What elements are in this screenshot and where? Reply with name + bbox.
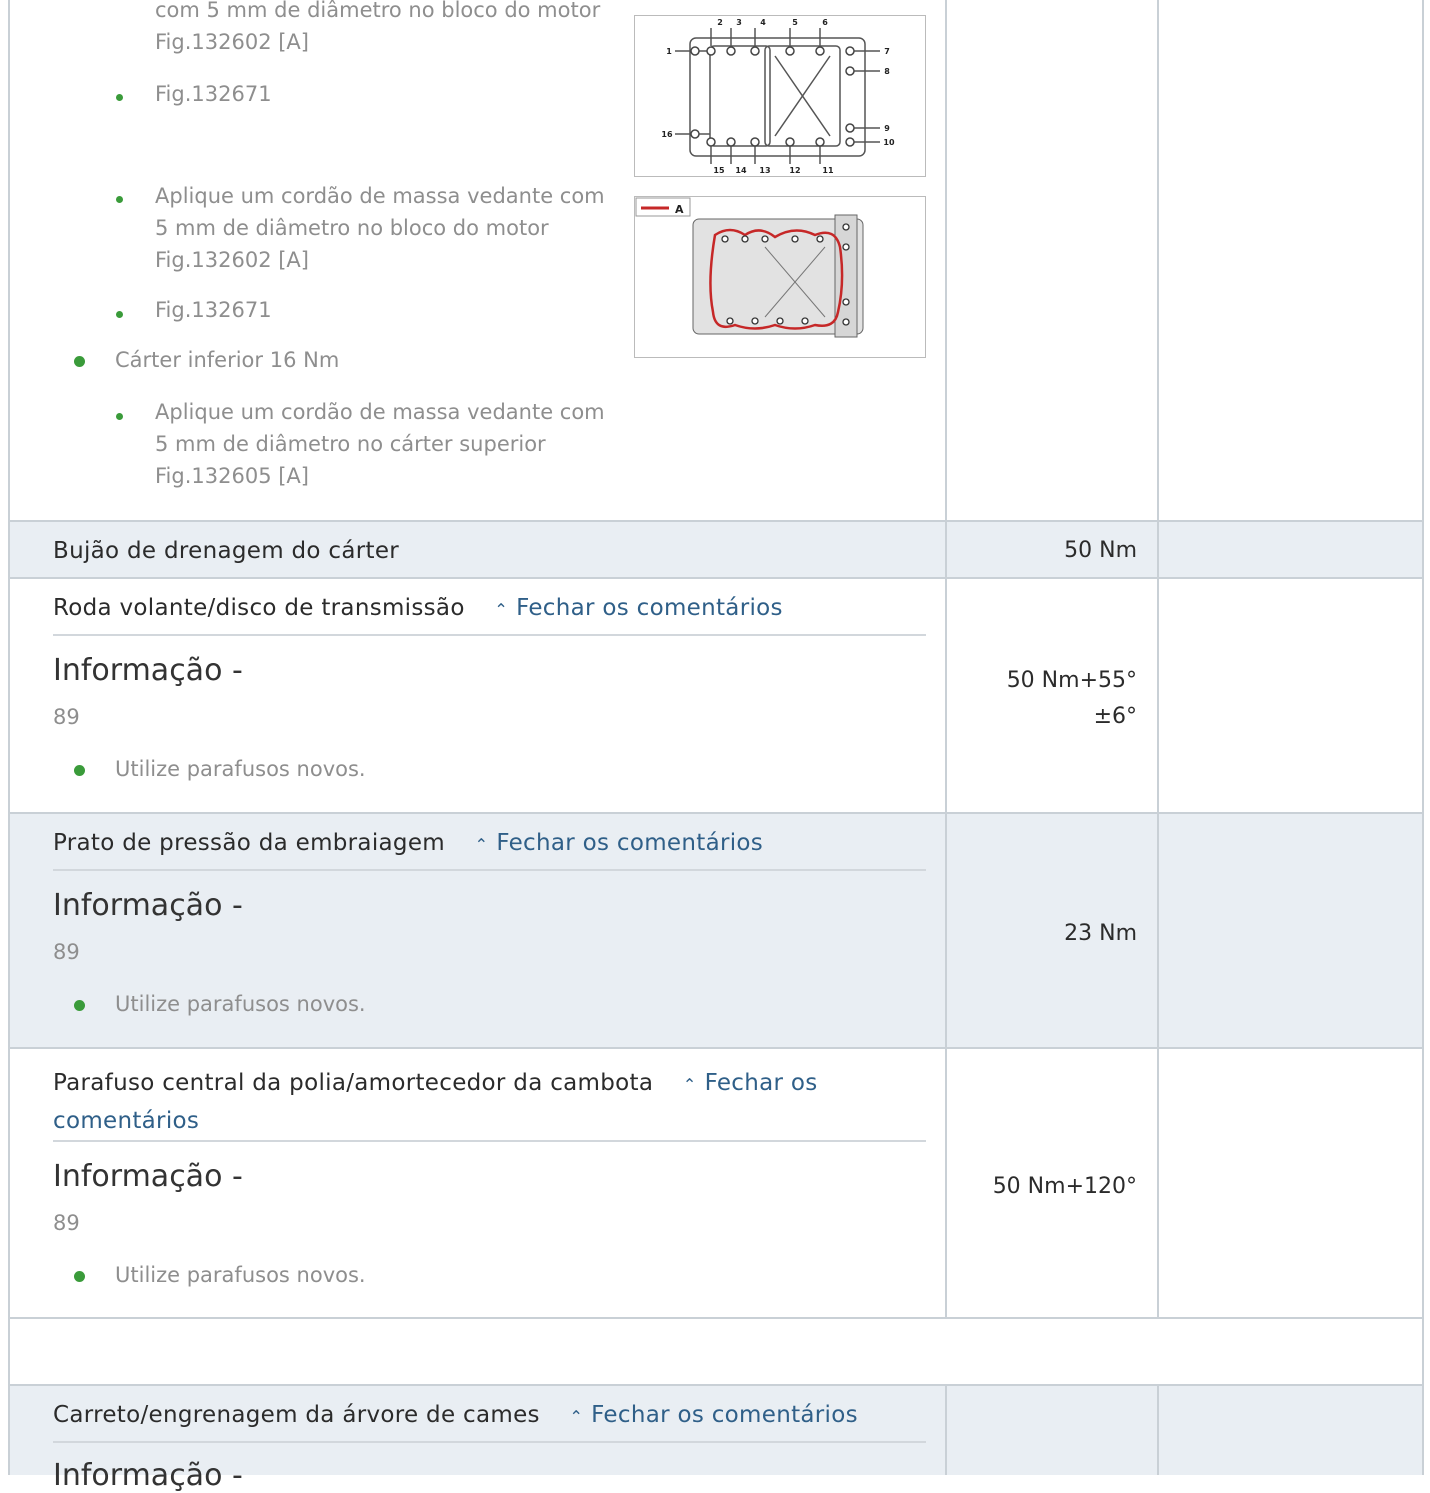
torque-table: com 5 mm de diâmetro no bloco do motor F…	[8, 0, 1424, 1493]
bullet-icon	[74, 1000, 85, 1011]
svg-text:6: 6	[822, 18, 828, 27]
notes-cell	[1157, 522, 1424, 577]
torque-value: 50 Nm	[1064, 538, 1137, 563]
info-heading: Informação -	[53, 888, 243, 923]
svg-text:9: 9	[884, 124, 890, 133]
description-cell: Roda volante/disco de transmissão ⌃ Fecha…	[8, 579, 945, 812]
notes-cell	[1157, 1049, 1424, 1317]
bullet-icon	[74, 1271, 85, 1282]
description-cell: Prato de pressão da embraiagem ⌃ Fechar o…	[8, 814, 945, 1047]
row-title: Prato de pressão da embraiagem ⌃ Fechar o…	[53, 830, 764, 856]
info-heading: Informação -	[53, 653, 243, 688]
torque-cell: 50 Nm+120°	[945, 1049, 1157, 1317]
description-cell: com 5 mm de diâmetro no bloco do motor F…	[8, 0, 945, 520]
chevron-up-icon: ⌃	[494, 600, 509, 619]
divider	[53, 869, 926, 871]
svg-text:13: 13	[759, 166, 770, 175]
torque-cell: 50 Nm+55° ±6°	[945, 579, 1157, 812]
chevron-up-icon: ⌃	[682, 1075, 697, 1094]
row-title: Carreto/engrenagem da árvore de cames ⌃ F…	[53, 1402, 858, 1428]
svg-text:14: 14	[735, 166, 747, 175]
svg-text:1: 1	[666, 47, 672, 56]
svg-text:5: 5	[792, 18, 798, 27]
figure-label: A	[675, 203, 684, 216]
list-item: Utilize parafusos novos.	[115, 1263, 366, 1287]
torque-value: 23 Nm	[1064, 921, 1137, 946]
table-row: Prato de pressão da embraiagem ⌃ Fechar o…	[8, 814, 1424, 1047]
divider	[53, 1140, 926, 1142]
torque-cell: 23 Nm	[945, 814, 1157, 1047]
list-item: com 5 mm de diâmetro no bloco do motor F…	[155, 0, 601, 54]
list-item: Fig.132671	[155, 298, 272, 322]
chevron-up-icon: ⌃	[569, 1407, 584, 1426]
description-cell: Parafuso central da polia/amortecedor da…	[8, 1049, 945, 1317]
svg-text:16: 16	[661, 130, 673, 139]
svg-text:11: 11	[822, 166, 834, 175]
divider	[53, 1441, 926, 1443]
svg-text:2: 2	[717, 18, 723, 27]
torque-cell	[945, 1386, 1157, 1475]
list-item: Aplique um cordão de massa vedante com 5…	[155, 184, 605, 272]
list-item: Utilize parafusos novos.	[115, 757, 366, 781]
info-number: 89	[53, 940, 80, 964]
spacer-row	[8, 1319, 1424, 1384]
figure-bolt-sequence[interactable]: 2 3 4 5 6 7 8 9 10 15 14 13 12 11 1 16	[634, 15, 926, 177]
bullet-icon	[74, 765, 85, 776]
torque-value: 50 Nm+120°	[992, 1174, 1137, 1199]
svg-text:8: 8	[884, 67, 890, 76]
bullet-icon	[74, 356, 85, 367]
svg-text:7: 7	[884, 47, 890, 56]
engine-block-diagram-icon: 2 3 4 5 6 7 8 9 10 15 14 13 12 11 1 16	[661, 18, 895, 175]
close-comments-link[interactable]: ⌃ Fechar os comentários	[569, 1402, 857, 1428]
svg-text:4: 4	[760, 18, 766, 27]
bullet-icon	[116, 94, 123, 101]
description-cell: Carreto/engrenagem da árvore de cames ⌃ F…	[8, 1386, 945, 1493]
notes-cell	[1157, 0, 1424, 520]
notes-cell	[1157, 1386, 1424, 1475]
svg-text:10: 10	[883, 138, 895, 147]
table-row: com 5 mm de diâmetro no bloco do motor F…	[8, 0, 1424, 520]
row-title: Roda volante/disco de transmissão ⌃ Fecha…	[53, 595, 783, 621]
svg-text:12: 12	[789, 166, 800, 175]
notes-cell	[1157, 579, 1424, 812]
info-heading: Informação -	[53, 1458, 243, 1493]
table-row: Roda volante/disco de transmissão ⌃ Fecha…	[8, 579, 1424, 812]
torque-cell: 50 Nm	[945, 522, 1157, 577]
list-item: Utilize parafusos novos.	[115, 992, 366, 1016]
row-title: Parafuso central da polia/amortecedor da…	[53, 1065, 913, 1139]
bullet-icon	[116, 311, 123, 318]
sealant-diagram-icon: A	[635, 197, 864, 338]
torque-value: 50 Nm+55° ±6°	[1006, 668, 1137, 729]
close-comments-link[interactable]: ⌃ Fechar os comentários	[494, 595, 782, 621]
close-comments-link[interactable]: ⌃ Fechar os comentários	[475, 830, 763, 856]
table-row: Parafuso central da polia/amortecedor da…	[8, 1049, 1424, 1317]
list-item: Fig.132671	[155, 82, 272, 106]
info-heading: Informação -	[53, 1159, 243, 1194]
bullet-icon	[116, 196, 123, 203]
description-cell: Bujão de drenagem do cárter	[8, 522, 945, 577]
row-title: Bujão de drenagem do cárter	[53, 538, 400, 564]
divider	[53, 634, 926, 636]
list-item: Cárter inferior 16 Nm	[115, 348, 340, 372]
table-row: Carreto/engrenagem da árvore de cames ⌃ F…	[8, 1386, 1424, 1493]
torque-cell	[945, 0, 1157, 520]
svg-text:3: 3	[736, 18, 742, 27]
table-row: Bujão de drenagem do cárter 50 Nm	[8, 522, 1424, 577]
notes-cell	[1157, 814, 1424, 1047]
figure-sealant-bead[interactable]: A	[634, 196, 926, 358]
bullet-icon	[116, 413, 123, 420]
chevron-up-icon: ⌃	[474, 835, 489, 854]
info-number: 89	[53, 1211, 80, 1235]
info-number: 89	[53, 705, 80, 729]
list-item: Aplique um cordão de massa vedante com 5…	[155, 400, 605, 488]
svg-text:15: 15	[713, 166, 725, 175]
